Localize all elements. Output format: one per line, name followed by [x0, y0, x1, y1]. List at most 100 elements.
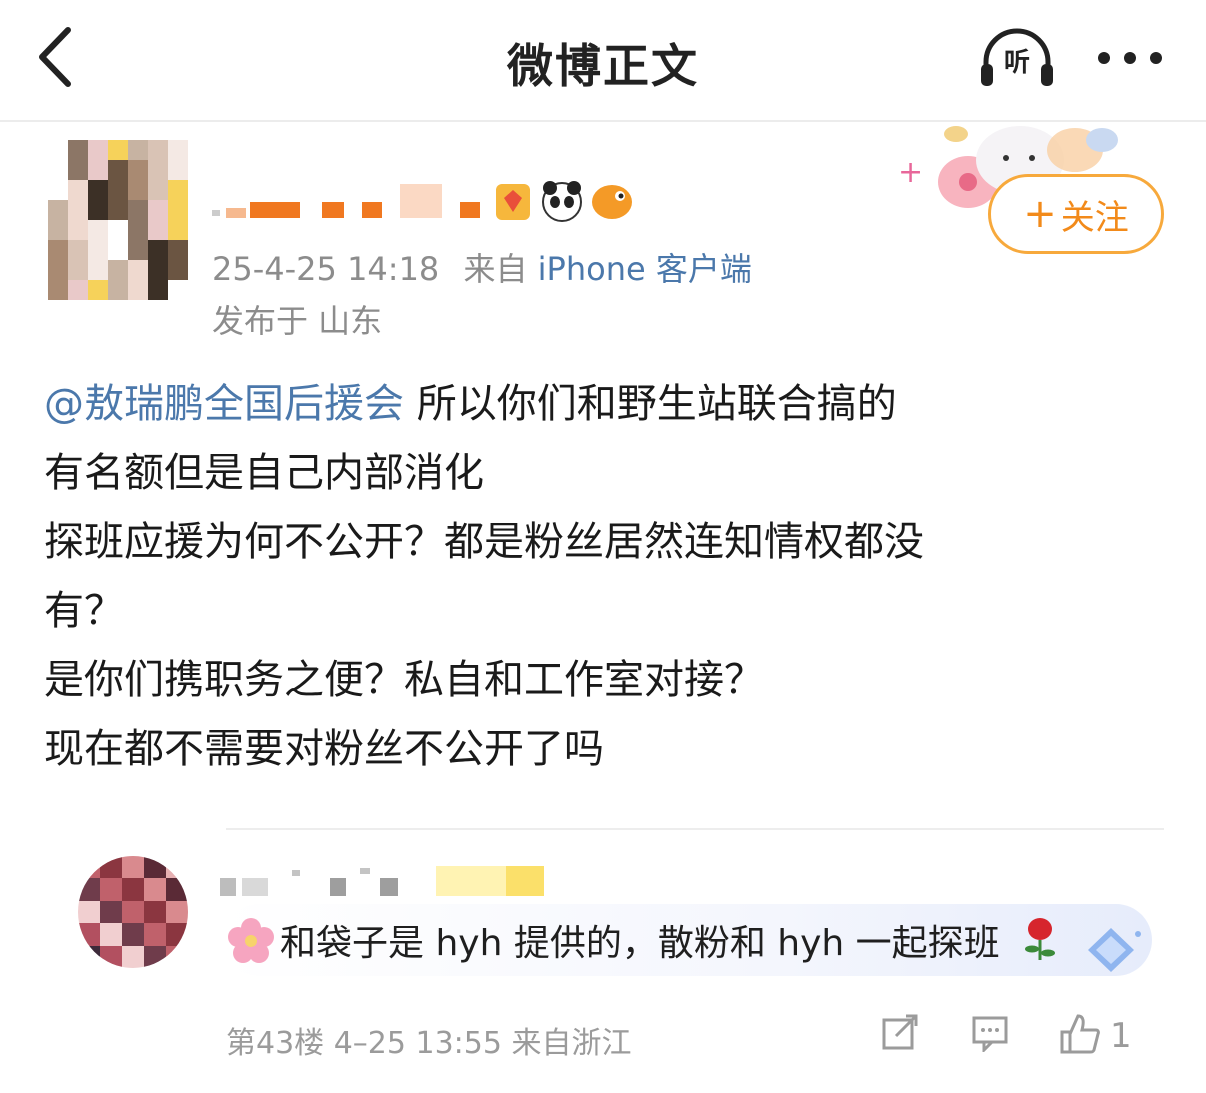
- avatar-pixel: [128, 280, 148, 300]
- more-dot: [1124, 52, 1136, 64]
- plus-icon: +: [1023, 191, 1057, 237]
- avatar-pixel: [122, 856, 144, 879]
- avatar-pixel: [168, 240, 188, 260]
- avatar-pixel: [108, 240, 128, 260]
- post-timestamp: 25-4-25 14:18: [212, 250, 440, 288]
- avatar-pixel: [108, 200, 128, 220]
- avatar-pixel: [68, 280, 88, 300]
- avatar-pixel: [144, 900, 166, 924]
- avatar-pixel: [78, 856, 100, 879]
- avatar-pixel: [166, 878, 188, 901]
- avatar-pixel: [168, 280, 188, 300]
- top-bar: 微博正文 听: [0, 0, 1206, 122]
- avatar-pixel: [168, 160, 188, 180]
- post-line: 有？: [44, 588, 124, 634]
- commenter-avatar[interactable]: [78, 856, 188, 968]
- vip-badge-icon: [496, 184, 530, 220]
- avatar-pixel: [148, 180, 168, 200]
- thumbs-up-icon[interactable]: [1058, 1012, 1102, 1056]
- post-line: 有名额但是自己内部消化: [44, 450, 484, 496]
- avatar-pixel: [78, 945, 100, 968]
- listen-button[interactable]: 听: [978, 28, 1056, 90]
- avatar-pixel: [148, 140, 168, 160]
- source-prefix: 来自: [463, 250, 528, 288]
- avatar-pixel: [88, 140, 108, 160]
- avatar-pixel: [128, 160, 148, 180]
- comment-actions: 1: [878, 1012, 1198, 1062]
- avatar-pixel: [78, 900, 100, 924]
- post-line: @敖瑞鹏全国后援会 所以你们和野生站联合搞的: [44, 370, 1164, 439]
- avatar-pixel: [78, 923, 100, 946]
- post-line: 现在都不需要对粉丝不公开了吗: [44, 726, 604, 772]
- mention-link[interactable]: @敖瑞鹏全国后援会: [44, 381, 404, 427]
- avatar-pixel: [128, 260, 148, 280]
- avatar-pixel: [88, 240, 108, 260]
- avatar-pixel: [100, 878, 122, 901]
- avatar-pixel: [78, 878, 100, 901]
- avatar-pixel: [88, 200, 108, 220]
- avatar-pixel: [168, 140, 188, 160]
- avatar-pixel: [166, 856, 188, 879]
- avatar-pixel: [68, 180, 88, 200]
- avatar-pixel: [166, 945, 188, 968]
- avatar-pixel: [48, 140, 68, 160]
- avatar-pixel: [148, 200, 168, 220]
- author-avatar[interactable]: [48, 140, 188, 300]
- avatar-pixel: [88, 160, 108, 180]
- rose-icon: [1025, 918, 1055, 960]
- author-username-redacted[interactable]: [212, 180, 632, 230]
- listen-label: 听: [1003, 48, 1030, 78]
- more-button[interactable]: [1094, 38, 1166, 78]
- avatar-pixel: [100, 923, 122, 946]
- avatar-pixel: [148, 280, 168, 300]
- avatar-pixel: [68, 260, 88, 280]
- post-location: 发布于 山东: [212, 302, 383, 340]
- avatar-pixel: [168, 260, 188, 280]
- avatar-pixel: [88, 220, 108, 240]
- avatar-pixel: [128, 140, 148, 160]
- avatar-pixel: [148, 160, 168, 180]
- avatar-pixel: [166, 900, 188, 924]
- cherry-blossom-icon: [228, 918, 274, 963]
- commenter-username-redacted[interactable]: [220, 864, 560, 900]
- post-body: @敖瑞鹏全国后援会 所以你们和野生站联合搞的 有名额但是自己内部消化 探班应援为…: [44, 370, 1164, 784]
- more-dot: [1150, 52, 1162, 64]
- avatar-pixel: [100, 900, 122, 924]
- avatar-pixel: [88, 280, 108, 300]
- avatar-pixel: [144, 923, 166, 946]
- avatar-pixel: [100, 856, 122, 879]
- diamond-badge-icon: [1088, 928, 1141, 972]
- avatar-pixel: [108, 220, 128, 240]
- comment-icon[interactable]: [970, 1012, 1010, 1052]
- avatar-pixel: [168, 220, 188, 240]
- avatar-pixel: [108, 160, 128, 180]
- svg-text:+: +: [898, 155, 923, 190]
- avatar-pixel: [148, 220, 168, 240]
- avatar-pixel: [148, 240, 168, 260]
- avatar-pixel: [128, 220, 148, 240]
- avatar-pixel: [68, 140, 88, 160]
- avatar-pixel: [108, 280, 128, 300]
- avatar-pixel: [108, 260, 128, 280]
- avatar-pixel: [88, 180, 108, 200]
- avatar-pixel: [144, 945, 166, 968]
- post-source-link[interactable]: iPhone 客户端: [538, 250, 752, 288]
- avatar-pixel: [100, 945, 122, 968]
- avatar-pixel: [48, 260, 68, 280]
- avatar-pixel: [128, 200, 148, 220]
- post-line-text: 所以你们和野生站联合搞的: [404, 381, 897, 427]
- share-edit-icon[interactable]: [880, 1012, 920, 1052]
- avatar-pixel: [48, 280, 68, 300]
- avatar-pixel: [122, 945, 144, 968]
- avatar-pixel: [122, 900, 144, 924]
- avatar-pixel: [48, 200, 68, 220]
- post-meta: 25-4-25 14:18 来自 iPhone 客户端: [212, 244, 752, 290]
- post-line: 探班应援为何不公开？都是粉丝居然连知情权都没: [44, 519, 924, 565]
- avatar-pixel: [168, 200, 188, 220]
- divider: [226, 828, 1164, 830]
- avatar-pixel: [122, 878, 144, 901]
- follow-button[interactable]: + 关注: [988, 174, 1164, 254]
- avatar-pixel: [144, 856, 166, 879]
- follow-label: 关注: [1060, 197, 1129, 238]
- avatar-pixel: [168, 180, 188, 200]
